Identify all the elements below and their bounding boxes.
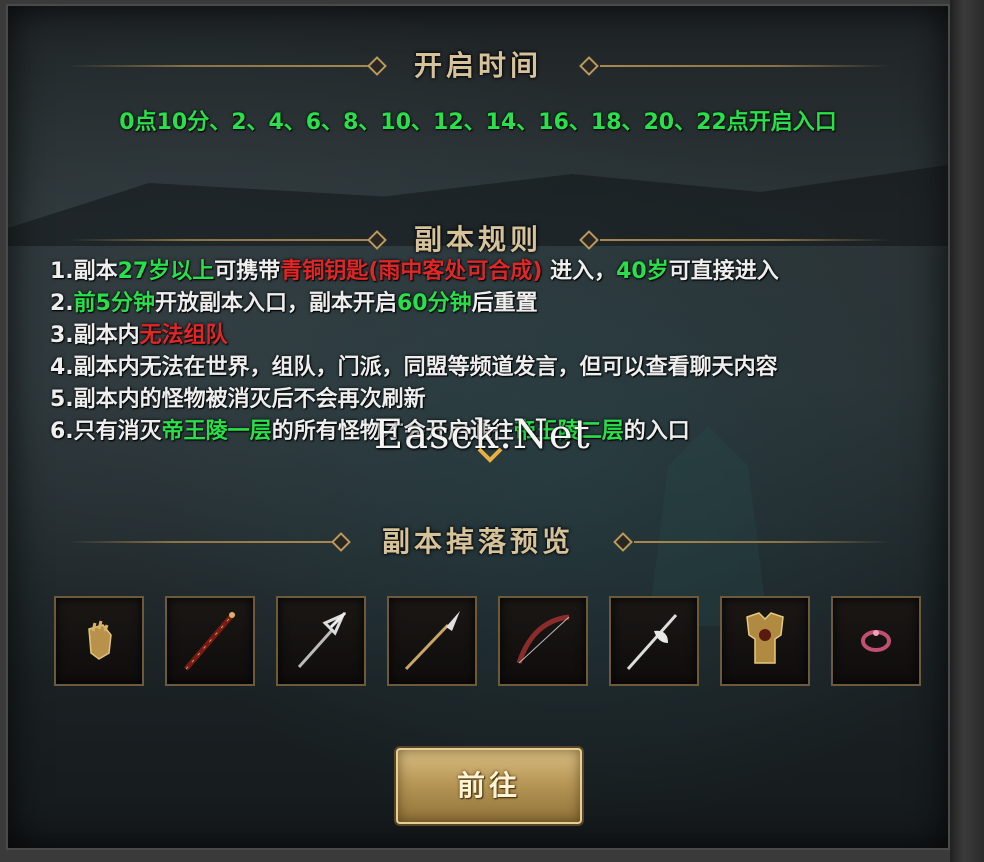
- drops-header: 副本掉落预览: [8, 522, 948, 562]
- dungeon-info-panel: 开启时间 0点10分、2、4、6、8、10、12、14、16、18、20、22点…: [6, 4, 950, 850]
- drop-slot-8[interactable]: [831, 596, 921, 686]
- drop-slot-4[interactable]: [387, 596, 477, 686]
- side-scroll-bar[interactable]: [950, 0, 984, 862]
- rule-item-3: 3.副本内无法组队: [50, 323, 228, 348]
- rules-header: 副本规则: [8, 220, 948, 260]
- rule-item-1: 1.副本27岁以上可携带青铜钥匙(雨中客处可合成) 进入，40岁可直接进入: [50, 259, 779, 284]
- gauntlet-icon: [88, 620, 112, 660]
- bow-icon: [516, 614, 570, 664]
- armor-icon: [746, 612, 784, 664]
- drop-slot-3[interactable]: [276, 596, 366, 686]
- drop-items-row: [54, 596, 924, 686]
- trident-icon: [297, 611, 347, 669]
- staff-icon: [184, 611, 236, 671]
- spear-icon: [404, 611, 460, 671]
- drop-slot-2[interactable]: [165, 596, 255, 686]
- open-times-text: 0点10分、2、4、6、8、10、12、14、16、18、20、22点开启入口: [119, 110, 837, 135]
- open-time-header: 开启时间: [8, 46, 948, 86]
- drop-slot-6[interactable]: [609, 596, 699, 686]
- ring-icon: [861, 630, 891, 652]
- scroll-down-chevron-icon[interactable]: [476, 444, 504, 466]
- drop-slot-1[interactable]: [54, 596, 144, 686]
- rule-item-2: 2.前5分钟开放副本入口，副本开启60分钟后重置: [50, 291, 538, 316]
- go-button[interactable]: 前往: [396, 748, 582, 824]
- drop-slot-5[interactable]: [498, 596, 588, 686]
- halberd-icon: [626, 614, 678, 670]
- rule-item-4: 4.副本内无法在世界，组队，门派，同盟等频道发言，但可以查看聊天内容: [50, 355, 778, 380]
- drop-slot-7[interactable]: [720, 596, 810, 686]
